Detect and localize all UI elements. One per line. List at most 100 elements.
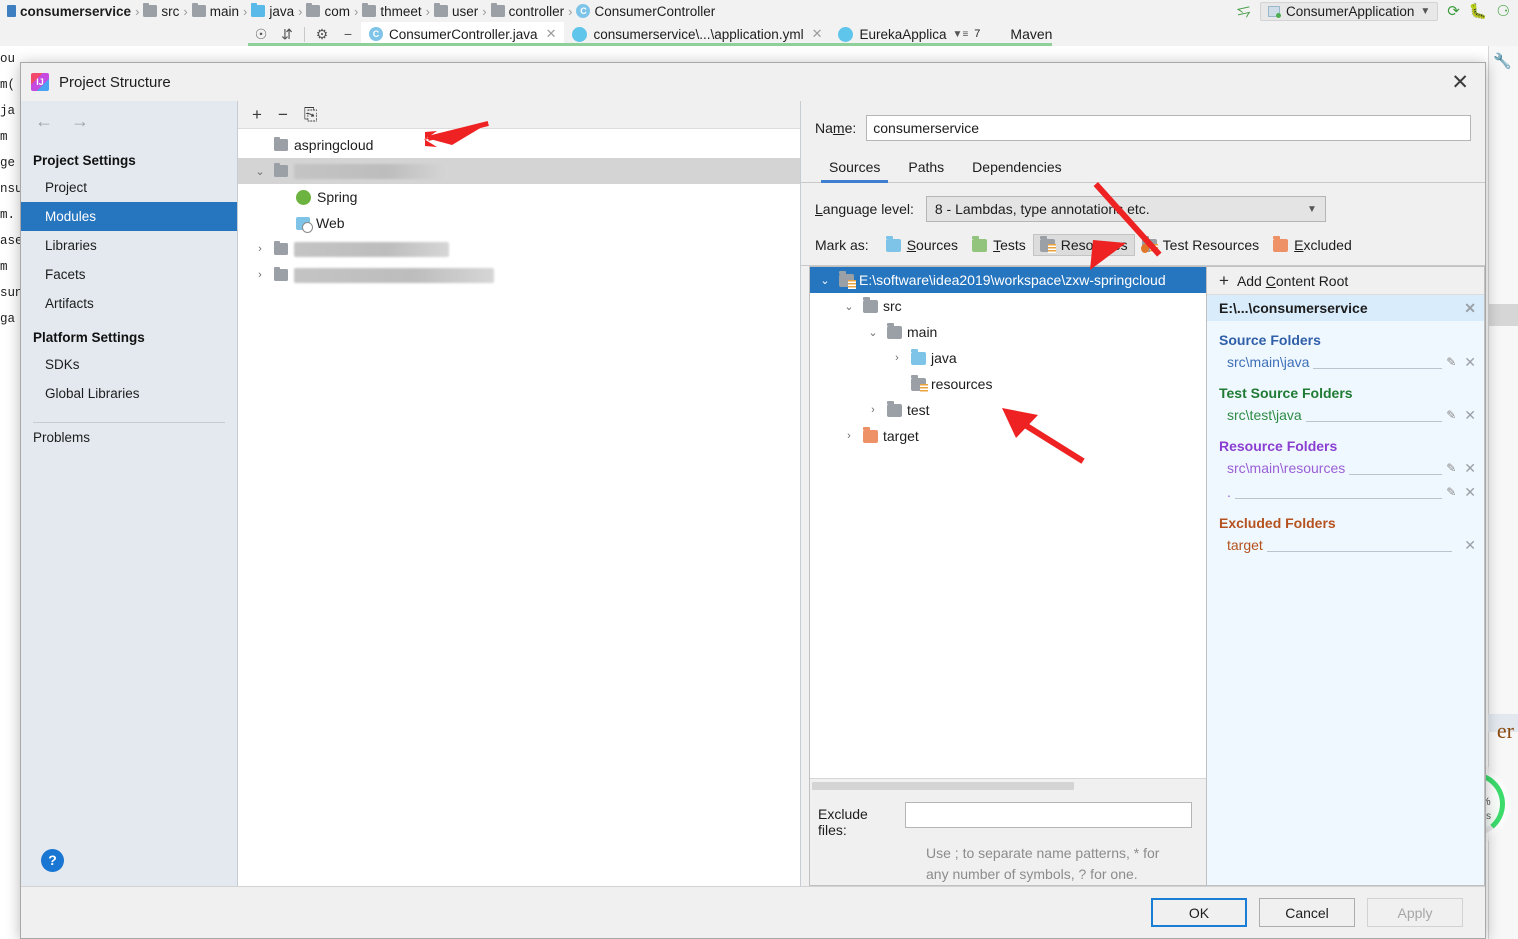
chevron-right-icon[interactable]: › xyxy=(252,243,268,255)
run-with-coverage-icon[interactable]: ⚆ xyxy=(1497,2,1510,20)
sidebar-item-project[interactable]: Project xyxy=(21,173,237,202)
cancel-button[interactable]: Cancel xyxy=(1259,898,1355,927)
content-tree-panel: ⌄E:\software\idea2019\workspace\zxw-spri… xyxy=(809,266,1207,886)
chevron-right-icon[interactable]: › xyxy=(888,352,906,364)
module-tree-row[interactable]: Web xyxy=(238,210,800,236)
modules-tree[interactable]: aspringcloud ⌄ SpringWeb › › xyxy=(238,129,800,886)
breadcrumb-item-src[interactable]: src xyxy=(140,4,182,19)
ok-button[interactable]: OK xyxy=(1151,898,1247,927)
chevron-down-icon[interactable]: ⌄ xyxy=(864,326,882,339)
content-root-path-entry[interactable]: src\main\resources✎✕ xyxy=(1207,456,1484,480)
remove-path-icon[interactable]: ✕ xyxy=(1464,407,1476,424)
edit-pencil-icon[interactable]: ✎ xyxy=(1446,485,1456,499)
sidebar-item-sdks[interactable]: SDKs xyxy=(21,350,237,379)
content-tree-row[interactable]: ›target xyxy=(810,423,1206,449)
close-icon[interactable]: ✕ xyxy=(546,26,557,42)
content-tree[interactable]: ⌄E:\software\idea2019\workspace\zxw-spri… xyxy=(810,267,1206,778)
mark-as-sources-button[interactable]: Sources xyxy=(879,234,965,256)
content-tree-row[interactable]: ⌄E:\software\idea2019\workspace\zxw-spri… xyxy=(810,267,1206,293)
content-tree-row[interactable]: ⌄main xyxy=(810,319,1206,345)
module-tree-row-redacted[interactable]: › xyxy=(238,236,800,262)
breadcrumb-item-consumercontroller[interactable]: CConsumerController xyxy=(573,4,718,19)
mark-as-tests-button[interactable]: Tests xyxy=(965,234,1033,256)
content-root-path-entry[interactable]: .✎✕ xyxy=(1207,480,1484,504)
chevron-down-icon[interactable]: ⌄ xyxy=(840,300,858,313)
language-level-select[interactable]: 8 - Lambdas, type annotations etc. ▼ xyxy=(926,196,1326,222)
edit-pencil-icon[interactable]: ✎ xyxy=(1446,355,1456,369)
run-configuration-selector[interactable]: ConsumerApplication ▼ xyxy=(1260,2,1438,21)
scrollbar-thumb[interactable] xyxy=(812,782,1074,790)
maven-tool-window-label[interactable]: Maven xyxy=(1010,26,1052,42)
remove-path-icon[interactable]: ✕ xyxy=(1464,537,1476,554)
breadcrumb-item-user[interactable]: user xyxy=(431,4,481,19)
content-tree-row[interactable]: resources xyxy=(810,371,1206,397)
content-tree-hscrollbar[interactable] xyxy=(810,778,1206,792)
breadcrumb-item-main[interactable]: main xyxy=(189,4,242,19)
edit-pencil-icon[interactable]: ✎ xyxy=(1446,461,1456,475)
add-module-button[interactable]: + xyxy=(252,106,262,123)
sidebar-item-modules[interactable]: Modules xyxy=(21,202,237,231)
editor-tab-consumercontroller[interactable]: C ConsumerController.java ✕ xyxy=(361,22,564,46)
sidebar-item-facets[interactable]: Facets xyxy=(21,260,237,289)
edit-pencil-icon[interactable]: ✎ xyxy=(1446,408,1456,422)
chevron-right-icon[interactable]: › xyxy=(840,430,858,442)
forward-arrow-icon[interactable]: → xyxy=(71,111,89,132)
class-icon: C xyxy=(576,4,590,18)
module-tree-row-redacted[interactable]: ⌄ xyxy=(238,158,800,184)
module-tree-row[interactable]: aspringcloud xyxy=(238,132,800,158)
module-name-input[interactable]: consumerservice xyxy=(866,115,1471,141)
tab-paths[interactable]: Paths xyxy=(894,155,958,182)
run-button-icon[interactable]: ⟳ xyxy=(1447,2,1460,20)
content-tree-row[interactable]: ›test xyxy=(810,397,1206,423)
mark-as-resources-button[interactable]: Resources xyxy=(1033,234,1135,256)
chevron-right-icon[interactable]: › xyxy=(864,404,882,416)
remove-module-button[interactable]: − xyxy=(278,106,288,123)
mark-as-label-tests: Tests xyxy=(993,237,1026,253)
content-root-path-entry[interactable]: src\main\java✎✕ xyxy=(1207,350,1484,374)
dialog-close-button[interactable]: ✕ xyxy=(1445,72,1475,93)
apply-button[interactable]: Apply xyxy=(1367,898,1463,927)
back-arrow-icon[interactable]: ← xyxy=(35,111,53,132)
help-row: ? xyxy=(21,834,237,886)
content-root-path-entry[interactable]: target ✕ xyxy=(1207,533,1484,557)
breadcrumb-item-controller[interactable]: controller xyxy=(488,4,568,19)
remove-path-icon[interactable]: ✕ xyxy=(1464,460,1476,477)
tab-overflow-icon[interactable]: ▼≡ xyxy=(953,29,969,40)
debug-button-icon[interactable]: 🐛 xyxy=(1469,2,1488,20)
breadcrumb-item-java[interactable]: java xyxy=(248,4,297,19)
remove-path-icon[interactable]: ✕ xyxy=(1464,354,1476,371)
remove-content-root-icon[interactable]: ✕ xyxy=(1464,300,1476,317)
sidebar-item-libraries[interactable]: Libraries xyxy=(21,231,237,260)
copy-module-button[interactable]: ⎘ xyxy=(304,106,318,123)
breadcrumb-item-consumerservice[interactable]: consumerservice xyxy=(4,4,134,19)
content-tree-row[interactable]: ›java xyxy=(810,345,1206,371)
build-arrow-icon[interactable]: ⥧ xyxy=(1236,1,1253,20)
sidebar-item-artifacts[interactable]: Artifacts xyxy=(21,289,237,318)
help-button[interactable]: ? xyxy=(41,849,64,872)
module-tree-row[interactable]: Spring xyxy=(238,184,800,210)
remove-path-icon[interactable]: ✕ xyxy=(1464,484,1476,501)
chevron-down-icon[interactable]: ⌄ xyxy=(816,274,834,287)
tab-dependencies[interactable]: Dependencies xyxy=(958,155,1076,182)
module-tree-row-redacted[interactable]: › xyxy=(238,262,800,288)
mark-as-test-resources-button[interactable]: Test Resources xyxy=(1135,234,1266,256)
breadcrumb-item-com[interactable]: com xyxy=(303,4,353,19)
sidebar-item-problems[interactable]: Problems xyxy=(21,423,237,452)
wrench-icon[interactable]: 🔧 xyxy=(1493,52,1512,70)
mark-as-excluded-button[interactable]: Excluded xyxy=(1266,234,1359,256)
tab-sources[interactable]: Sources xyxy=(815,155,894,182)
folder-resources-icon xyxy=(911,378,926,391)
chevron-down-icon[interactable]: ⌄ xyxy=(252,165,268,178)
content-root-path-row[interactable]: E:\...\consumerservice ✕ xyxy=(1207,295,1484,321)
exclude-files-input[interactable] xyxy=(905,802,1192,828)
sidebar-groups: Project SettingsProjectModulesLibrariesF… xyxy=(21,141,237,408)
add-content-root-button[interactable]: + Add Content Root xyxy=(1207,267,1484,295)
code-line: sun xyxy=(0,280,22,306)
content-root-path-entry[interactable]: src\test\java✎✕ xyxy=(1207,403,1484,427)
chevron-right-icon[interactable]: › xyxy=(252,269,268,281)
content-tree-row[interactable]: ⌄src xyxy=(810,293,1206,319)
plus-icon: + xyxy=(1219,272,1229,289)
close-icon[interactable]: ✕ xyxy=(812,26,823,42)
breadcrumb-item-thmeet[interactable]: thmeet xyxy=(359,4,424,19)
sidebar-item-global-libraries[interactable]: Global Libraries xyxy=(21,379,237,408)
